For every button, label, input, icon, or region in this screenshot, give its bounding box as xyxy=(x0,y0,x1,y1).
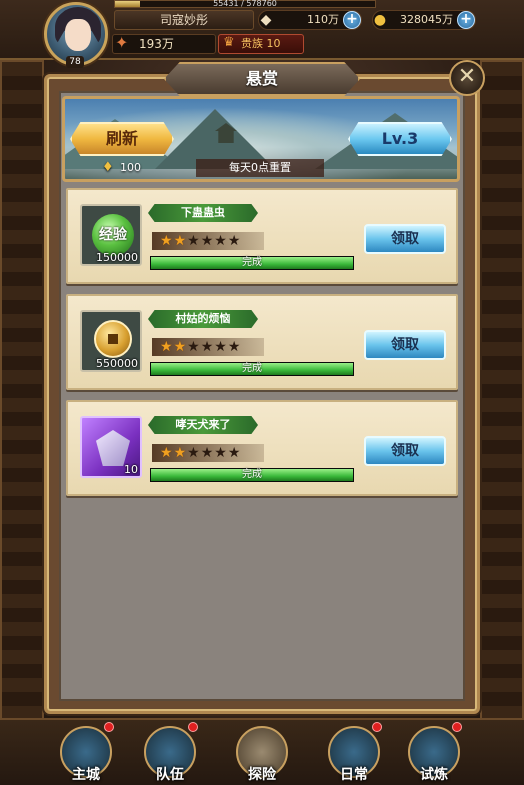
quest-progress-bar: 完成 xyxy=(150,256,354,270)
coin-amount: 328045万 xyxy=(400,13,453,26)
notification-dot xyxy=(452,722,462,732)
crown-icon: ♛ xyxy=(223,35,235,50)
star-filled-icon: ★ xyxy=(173,233,188,249)
quest-progress-bar: 完成 xyxy=(150,468,354,482)
star-empty-icon: ★ xyxy=(200,233,215,249)
star-empty-icon: ★ xyxy=(227,445,242,461)
reward-slot[interactable]: 550000 xyxy=(80,310,142,372)
nav-label: 试炼 xyxy=(420,767,448,783)
add-coin-button[interactable]: + xyxy=(457,11,475,29)
star-filled-icon: ★ xyxy=(160,233,174,249)
star-empty-icon: ★ xyxy=(214,445,228,461)
combat-power: ✦ 193万 xyxy=(112,34,216,54)
right-ornament-pillar xyxy=(480,60,524,720)
star-empty-icon: ★ xyxy=(187,445,201,461)
coin-icon: ● xyxy=(373,12,387,28)
claim-button[interactable]: 领取 xyxy=(364,436,446,466)
nav-adventure[interactable]: 探险 xyxy=(230,722,294,785)
nav-label: 队伍 xyxy=(156,767,184,783)
exp-text: 55431 / 578760 xyxy=(213,0,277,8)
claim-button[interactable]: 领取 xyxy=(364,330,446,360)
star-filled-icon: ★ xyxy=(160,339,174,355)
reward-count: 150000 xyxy=(96,251,138,264)
quest-card: 10 哮天犬来了 ★★★★★★ 完成 领取 xyxy=(66,400,458,496)
daily-reset-note: 每天0点重置 xyxy=(196,159,324,177)
reward-count: 550000 xyxy=(96,357,138,370)
bounty-level-button[interactable]: Lv.3 xyxy=(348,122,452,156)
avatar-face xyxy=(65,19,91,51)
star-empty-icon: ★ xyxy=(187,233,201,249)
purple-gem-icon xyxy=(96,430,130,466)
noble-rank[interactable]: ♛ 贵族 10 xyxy=(218,34,304,54)
quest-difficulty-stars: ★★★★★★ xyxy=(152,444,264,462)
refresh-cost-value: 100 xyxy=(120,161,141,174)
quest-title: 下蛊蛊虫 xyxy=(148,204,258,222)
silver-ingot-icon: ◆ xyxy=(260,12,272,28)
player-name: 司寇妙彤 xyxy=(114,10,254,30)
star-filled-icon: ★ xyxy=(173,339,188,355)
notification-dot xyxy=(188,722,198,732)
reward-slot[interactable]: 10 xyxy=(80,416,142,478)
star-filled-icon: ★ xyxy=(160,445,174,461)
bounty-panel-content xyxy=(59,91,465,701)
exp-orb-icon: 经验 xyxy=(92,214,134,256)
quest-title: 村姑的烦恼 xyxy=(148,310,258,328)
quest-progress-label: 完成 xyxy=(242,469,262,480)
silver-amount: 110万 xyxy=(307,13,339,26)
silver-resource: ◆ 110万 + xyxy=(258,10,362,30)
notification-dot xyxy=(372,722,382,732)
nav-team[interactable]: 队伍 xyxy=(138,722,202,785)
star-filled-icon: ★ xyxy=(173,445,188,461)
gold-ingot-icon: ♦ xyxy=(102,160,114,175)
add-silver-button[interactable]: + xyxy=(343,11,361,29)
refresh-button[interactable]: 刷新 xyxy=(70,122,174,156)
top-status-bar: 78 55431 / 578760 司寇妙彤 ◆ 110万 + ● 328045… xyxy=(0,0,524,68)
nav-main-city[interactable]: 主城 xyxy=(54,722,118,785)
coin-resource: ● 328045万 + xyxy=(372,10,476,30)
nav-label: 日常 xyxy=(340,767,368,783)
nav-daily[interactable]: 日常 xyxy=(322,722,386,785)
combat-power-value: 193万 xyxy=(139,37,174,51)
quest-progress-label: 完成 xyxy=(242,363,262,374)
claim-button[interactable]: 领取 xyxy=(364,224,446,254)
reward-slot[interactable]: 经验 150000 xyxy=(80,204,142,266)
bottom-nav: 主城 队伍 探险 日常 试炼 xyxy=(0,718,524,785)
nav-label: 主城 xyxy=(72,767,100,783)
star-empty-icon: ★ xyxy=(227,233,242,249)
star-empty-icon: ★ xyxy=(187,339,201,355)
notification-dot xyxy=(104,722,114,732)
quest-difficulty-stars: ★★★★★★ xyxy=(152,338,264,356)
star-empty-icon: ★ xyxy=(200,445,215,461)
nav-label: 探险 xyxy=(248,767,276,783)
star-empty-icon: ★ xyxy=(214,233,228,249)
refresh-cost: ♦ 100 xyxy=(102,160,162,176)
quest-difficulty-stars: ★★★★★★ xyxy=(152,232,264,250)
star-empty-icon: ★ xyxy=(200,339,215,355)
coin-icon xyxy=(94,320,132,358)
quest-progress-label: 完成 xyxy=(242,257,262,268)
quest-progress-bar: 完成 xyxy=(150,362,354,376)
star-empty-icon: ★ xyxy=(214,339,228,355)
noble-rank-label: 贵族 10 xyxy=(241,37,281,50)
power-icon: ✦ xyxy=(115,33,129,52)
reward-count: 10 xyxy=(124,463,138,476)
quest-card: 经验 150000 下蛊蛊虫 ★★★★★★ 完成 领取 xyxy=(66,188,458,284)
player-level-badge: 78 xyxy=(66,56,84,68)
nav-trial[interactable]: 试炼 xyxy=(402,722,466,785)
panel-title: 悬赏 xyxy=(164,62,360,96)
star-empty-icon: ★ xyxy=(227,339,242,355)
quest-card: 550000 村姑的烦恼 ★★★★★★ 完成 领取 xyxy=(66,294,458,390)
left-ornament-pillar xyxy=(0,60,44,720)
close-button[interactable]: ✕ xyxy=(449,60,485,96)
quest-title: 哮天犬来了 xyxy=(148,416,258,434)
